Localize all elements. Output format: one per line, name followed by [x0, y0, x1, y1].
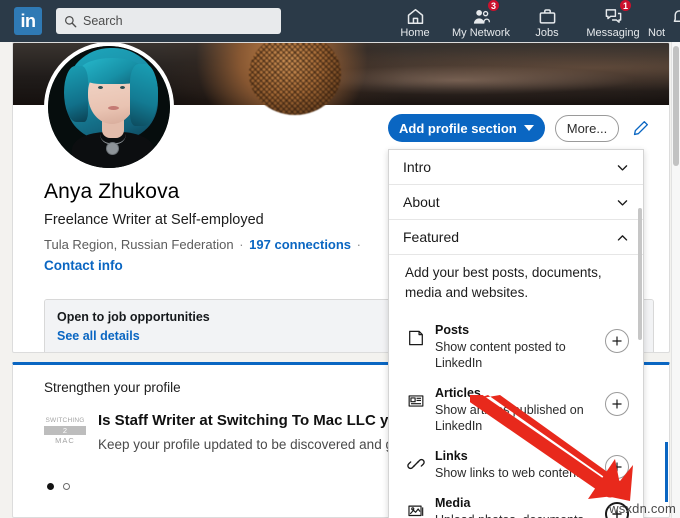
connections-link[interactable]: 197 connections	[249, 237, 351, 252]
add-profile-section-label: Add profile section	[399, 120, 517, 136]
pagination-dot-active[interactable]	[47, 483, 54, 490]
connections-separator: ·	[356, 237, 362, 252]
watermark: wsxdn.com	[609, 501, 676, 516]
article-icon	[405, 392, 427, 410]
featured-item-links[interactable]: Links Show links to web content	[389, 439, 643, 486]
nav-label-notifications: Not	[648, 27, 666, 39]
featured-description: Add your best posts, documents, media an…	[405, 265, 602, 300]
dropdown-label-intro: Intro	[403, 159, 432, 175]
nav-item-jobs[interactable]: Jobs	[514, 0, 580, 40]
add-posts-button[interactable]	[605, 329, 629, 353]
logo-line-3: MAC	[55, 436, 75, 445]
image-icon	[405, 502, 427, 518]
page-scrollbar-thumb[interactable]	[673, 46, 679, 166]
featured-item-subtitle: Show content posted to LinkedIn	[435, 340, 566, 370]
bell-icon	[646, 6, 680, 26]
logo-line-2: 2	[44, 426, 86, 435]
logo-line-1: SWITCHING	[45, 417, 85, 424]
my-network-badge: 3	[486, 0, 500, 12]
pencil-icon	[634, 121, 649, 136]
location-separator: ·	[239, 237, 244, 252]
page-scrollbar[interactable]	[671, 42, 680, 518]
avatar[interactable]	[44, 43, 174, 172]
featured-item-title: Articles	[435, 386, 481, 400]
chevron-up-icon	[617, 234, 628, 241]
featured-item-title: Media	[435, 496, 471, 510]
link-icon	[405, 455, 427, 473]
page-content: Anya Zhukova Freelance Writer at Self-em…	[0, 42, 680, 518]
dropdown-scrollbar[interactable]	[637, 150, 643, 518]
plus-icon	[612, 336, 622, 346]
nav-item-messaging[interactable]: 1 Messaging	[580, 0, 646, 40]
chevron-down-icon	[617, 199, 628, 206]
dropdown-label-about: About	[403, 194, 440, 210]
page-title: Anya Zhukova	[44, 180, 180, 203]
featured-item-subtitle: Show links to web content	[435, 466, 580, 480]
dropdown-row-intro[interactable]: Intro	[389, 150, 643, 185]
featured-item-subtitle: Upload photos, documents, and presentati…	[435, 512, 599, 518]
document-icon	[405, 329, 427, 347]
dropdown-row-featured[interactable]: Featured	[389, 220, 643, 255]
plus-icon	[612, 462, 622, 472]
carousel-pagination[interactable]	[47, 483, 70, 490]
nav-label-messaging: Messaging	[586, 27, 640, 39]
contact-info-link[interactable]: Contact info	[44, 256, 363, 276]
chevron-down-icon	[523, 125, 534, 131]
profile-headline: Freelance Writer at Self-employed	[44, 212, 264, 228]
briefcase-icon	[538, 6, 557, 26]
messaging-badge: 1	[618, 0, 632, 12]
plus-icon	[612, 399, 622, 409]
switching-to-mac-logo-icon: SWITCHING 2 MAC	[44, 414, 86, 448]
edit-profile-button[interactable]	[629, 116, 653, 140]
add-articles-button[interactable]	[605, 392, 629, 416]
add-profile-section-dropdown: Intro About Featured Add your best posts…	[388, 149, 644, 518]
featured-item-title: Posts	[435, 323, 470, 337]
nav-item-home[interactable]: Home	[382, 0, 448, 40]
linkedin-logo-icon[interactable]: in	[14, 7, 42, 35]
featured-item-posts[interactable]: Posts Show content posted to LinkedIn	[389, 313, 643, 376]
nav-item-notifications[interactable]: Not	[646, 0, 680, 40]
profile-location-line: Tula Region, Russian Federation · 197 co…	[44, 234, 363, 255]
dropdown-scrollbar-thumb[interactable]	[638, 208, 642, 340]
nav-item-my-network[interactable]: 3 My Network	[448, 0, 514, 40]
search-input[interactable]: Search	[56, 8, 281, 34]
profile-action-row: Add profile section More...	[388, 114, 653, 142]
nav-label-home: Home	[400, 27, 430, 39]
linkedin-profile-page: in Search Home 3 My Network Jobs 1 Messa…	[0, 0, 680, 518]
nav-label-jobs: Jobs	[535, 27, 559, 39]
dropdown-label-featured: Featured	[403, 229, 460, 245]
dropdown-row-about[interactable]: About	[389, 185, 643, 220]
pagination-dot[interactable]	[63, 483, 70, 490]
add-links-button[interactable]	[605, 455, 629, 479]
featured-item-subtitle: Show articles published on LinkedIn	[435, 403, 584, 433]
cover-microphone-graphic	[249, 43, 341, 115]
more-button[interactable]: More...	[554, 114, 620, 142]
featured-item-text: Posts Show content posted to LinkedIn	[427, 318, 599, 371]
featured-item-text: Articles Show articles published on Link…	[427, 381, 599, 434]
nav-label-my-network: My Network	[451, 27, 511, 39]
search-icon	[65, 15, 77, 27]
featured-item-media[interactable]: Media Upload photos, documents, and pres…	[389, 486, 643, 518]
featured-item-articles[interactable]: Articles Show articles published on Link…	[389, 376, 643, 439]
profile-location: Tula Region, Russian Federation	[44, 237, 234, 252]
featured-item-title: Links	[435, 449, 468, 463]
avatar-image	[48, 46, 170, 168]
featured-item-text: Links Show links to web content	[427, 444, 599, 481]
home-icon	[406, 6, 425, 26]
card-accent-edge	[665, 442, 668, 502]
featured-item-text: Media Upload photos, documents, and pres…	[427, 491, 599, 518]
top-navigation-bar: in Search Home 3 My Network Jobs 1 Messa…	[0, 0, 680, 42]
navbar-links: Home 3 My Network Jobs 1 Messaging Not	[382, 0, 680, 42]
search-placeholder-text: Search	[83, 14, 123, 28]
chevron-down-icon	[617, 164, 628, 171]
add-profile-section-button[interactable]: Add profile section	[388, 114, 545, 142]
profile-identity: Anya Zhukova Freelance Writer at Self-em…	[44, 179, 363, 276]
